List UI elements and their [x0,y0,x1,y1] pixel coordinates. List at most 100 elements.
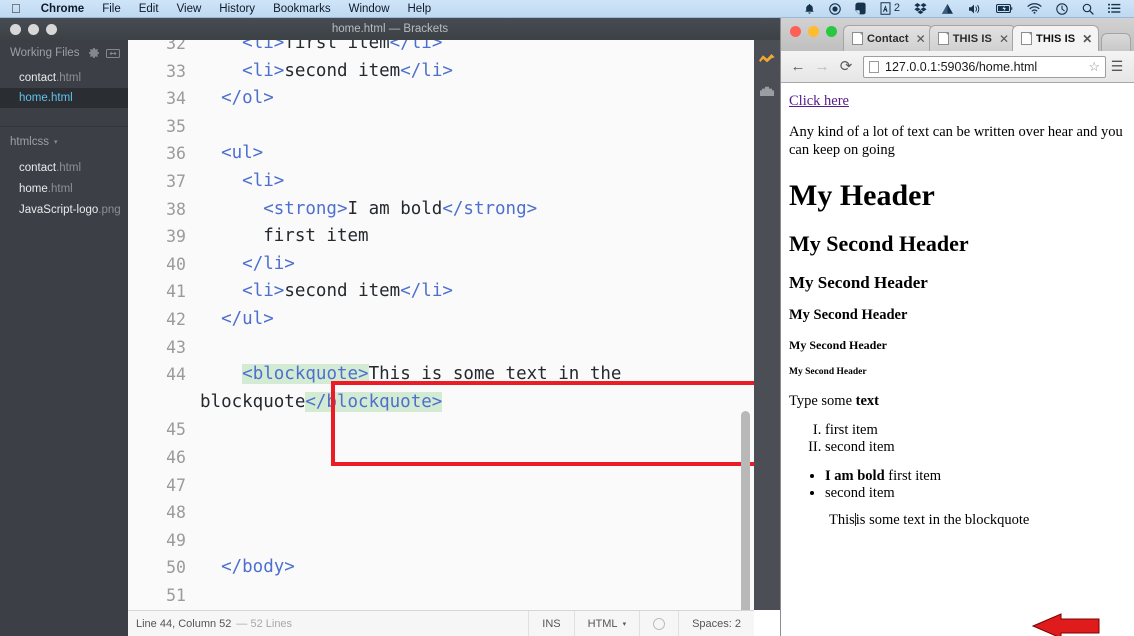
code-line-48[interactable]: 48 [128,499,754,527]
evernote-icon[interactable] [848,2,873,15]
line-number: 37 [166,171,186,191]
tab-this-is-2-active[interactable]: THIS IS ✕ [1012,25,1100,51]
close-icon[interactable]: ✕ [916,32,926,46]
project-file-home-html[interactable]: home .html [0,178,128,199]
menu-item-view[interactable]: View [168,3,211,15]
code-line-50[interactable]: 50 </body> [128,554,754,582]
code-line-39[interactable]: 39 first item [128,223,754,251]
editor-vertical-scrollbar[interactable] [741,411,750,610]
line-content[interactable]: <li> [200,168,284,196]
project-header[interactable]: htmlcss ▾ [0,127,128,157]
project-file-javascript-logo-png[interactable]: JavaScript-logo .png [0,199,128,220]
back-arrow-icon[interactable]: ← [787,59,809,74]
code-token: <strong> [263,198,348,219]
line-content[interactable]: </li> [200,251,295,279]
code-line-36[interactable]: 36 <ul> [128,140,754,168]
code-line-44[interactable]: 44 <blockquote>This is some text in the … [128,361,754,416]
insert-mode-toggle[interactable]: INS [528,611,573,636]
line-number: 45 [166,420,186,440]
line-content[interactable]: first item [200,223,368,251]
maximize-button[interactable] [826,26,837,37]
language-selector[interactable]: HTML ▾ [573,611,639,636]
lint-status-icon[interactable] [639,611,678,636]
code-line-41[interactable]: 41 <li>second item</li> [128,278,754,306]
menu-item-bookmarks[interactable]: Bookmarks [264,3,340,15]
menu-item-help[interactable]: Help [399,3,441,15]
url-text[interactable]: 127.0.0.1:59036/home.html [885,60,1088,74]
chrome-window-controls[interactable] [790,26,837,37]
code-line-35[interactable]: 35 [128,113,754,141]
brackets-title-bar: home.html — Brackets [0,18,780,40]
close-icon[interactable]: ✕ [1082,32,1092,46]
search-icon[interactable] [1075,3,1101,15]
code-line-40[interactable]: 40 </li> [128,251,754,279]
star-icon[interactable]: ☆ [1088,59,1100,75]
google-drive-icon[interactable] [934,3,961,15]
line-content[interactable]: <li>first item</li> [200,40,442,58]
new-tab-button[interactable] [1101,33,1132,51]
close-button[interactable] [790,26,801,37]
code-line-38[interactable]: 38 <strong>I am bold</strong> [128,196,754,224]
code-line-46[interactable]: 46 [128,444,754,472]
close-icon[interactable]: ✕ [999,32,1009,46]
bell-icon[interactable] [797,3,822,15]
forward-arrow-icon[interactable]: → [811,59,833,74]
extension-manager-icon[interactable] [758,84,776,102]
code-line-45[interactable]: 45 [128,416,754,444]
chevron-down-icon[interactable]: ▾ [54,138,58,146]
line-content[interactable]: </ul> [200,306,274,334]
dropbox-icon[interactable] [907,2,934,15]
project-file-contact-html[interactable]: contact .html [0,157,128,178]
minimize-button[interactable] [808,26,819,37]
code-line-51[interactable]: 51 [128,582,754,610]
record-circle-icon[interactable] [822,2,848,15]
code-token: </li> [389,40,443,53]
line-content[interactable]: </ol> [200,85,274,113]
tab-this-is-1[interactable]: THIS IS ✕ [928,25,1016,51]
code-line-34[interactable]: 34 </ol> [128,85,754,113]
line-content[interactable]: <ul> [200,140,263,168]
working-file-home-html[interactable]: home .html [0,88,128,108]
code-line-33[interactable]: 33 <li>second item</li> [128,58,754,86]
apple-logo-icon[interactable]:  [11,2,21,15]
code-line-49[interactable]: 49 [128,527,754,555]
line-content[interactable]: <blockquote>This is some text in the blo… [200,361,754,416]
menu-item-file[interactable]: File [93,3,130,15]
line-number: 50 [166,558,186,578]
line-content[interactable]: <strong>I am bold</strong> [200,196,537,224]
indent-setting[interactable]: Spaces: 2 [678,611,754,636]
hamburger-menu-icon[interactable]: ☰ [1106,58,1128,75]
menu-item-chrome[interactable]: Chrome [32,3,93,15]
split-view-icon[interactable] [106,48,120,59]
line-content[interactable]: <li>second item</li> [200,278,453,306]
code-line-47[interactable]: 47 [128,472,754,500]
gear-icon[interactable] [88,47,100,59]
code-line-32[interactable]: 32 <li>first item</li> [128,40,754,58]
lint-circle [653,617,666,630]
menu-item-edit[interactable]: Edit [130,3,168,15]
intro-paragraph: Any kind of a lot of text can be written… [789,124,1123,158]
menu-item-window[interactable]: Window [340,3,399,15]
wifi-icon[interactable] [1020,3,1049,14]
code-line-37[interactable]: 37 <li> [128,168,754,196]
lightning-bolt-icon[interactable] [758,52,776,70]
line-content[interactable]: </body> [200,554,295,582]
address-bar[interactable]: 127.0.0.1:59036/home.html ☆ [863,55,1106,78]
adobe-icon[interactable]: 2 [873,2,907,15]
notification-center-icon[interactable] [1101,3,1128,14]
click-here-link[interactable]: Click here [789,93,849,109]
clock-icon[interactable] [1049,2,1075,15]
code-line-42[interactable]: 42 </ul> [128,306,754,334]
working-file-contact-html[interactable]: contact .html [0,68,128,88]
reload-icon[interactable]: ⟳ [835,59,857,74]
battery-icon[interactable] [989,3,1020,14]
code-line-43[interactable]: 43 [128,334,754,362]
code-lines-container[interactable]: 32 <li>first item</li> 33 <li>second item… [128,40,754,610]
code-editor[interactable]: 32 <li>first item</li> 33 <li>second item… [128,40,754,610]
line-content[interactable]: <li>second item</li> [200,58,453,86]
tab-contact[interactable]: Contact ✕ [843,25,933,51]
menu-item-history[interactable]: History [210,3,264,15]
volume-icon[interactable] [961,3,989,15]
working-files-list: contact .html home .html [0,66,128,108]
